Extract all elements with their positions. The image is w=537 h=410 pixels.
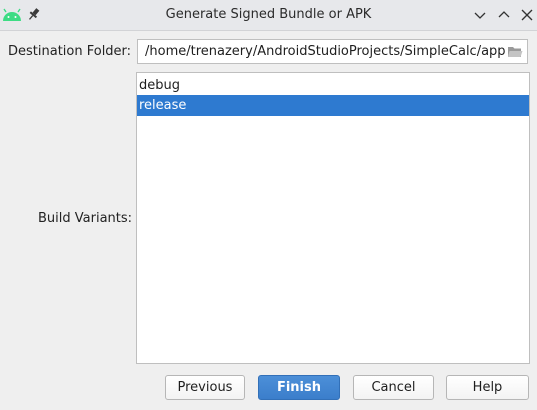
previous-button[interactable]: Previous (165, 375, 245, 400)
help-button[interactable]: Help (446, 375, 529, 400)
window-title: Generate Signed Bundle or APK (165, 7, 372, 22)
list-item-release[interactable]: release (137, 95, 529, 116)
maximize-chevron-icon[interactable] (495, 6, 513, 24)
build-variants-label: Build Variants: (38, 211, 133, 226)
cancel-button[interactable]: Cancel (353, 375, 434, 400)
minimize-chevron-icon[interactable] (471, 6, 489, 24)
destination-folder-path[interactable]: /home/trenazery/AndroidStudioProjects/Si… (145, 44, 506, 59)
close-icon[interactable] (518, 6, 536, 24)
title-bar: Generate Signed Bundle or APK (0, 0, 537, 31)
finish-button[interactable]: Finish (258, 375, 340, 400)
destination-folder-field[interactable]: /home/trenazery/AndroidStudioProjects/Si… (137, 39, 528, 64)
folder-open-icon[interactable] (507, 45, 523, 59)
build-variants-list[interactable]: debug release (136, 72, 530, 364)
list-item-debug[interactable]: debug (137, 75, 529, 96)
destination-folder-label: Destination Folder: (8, 44, 132, 59)
